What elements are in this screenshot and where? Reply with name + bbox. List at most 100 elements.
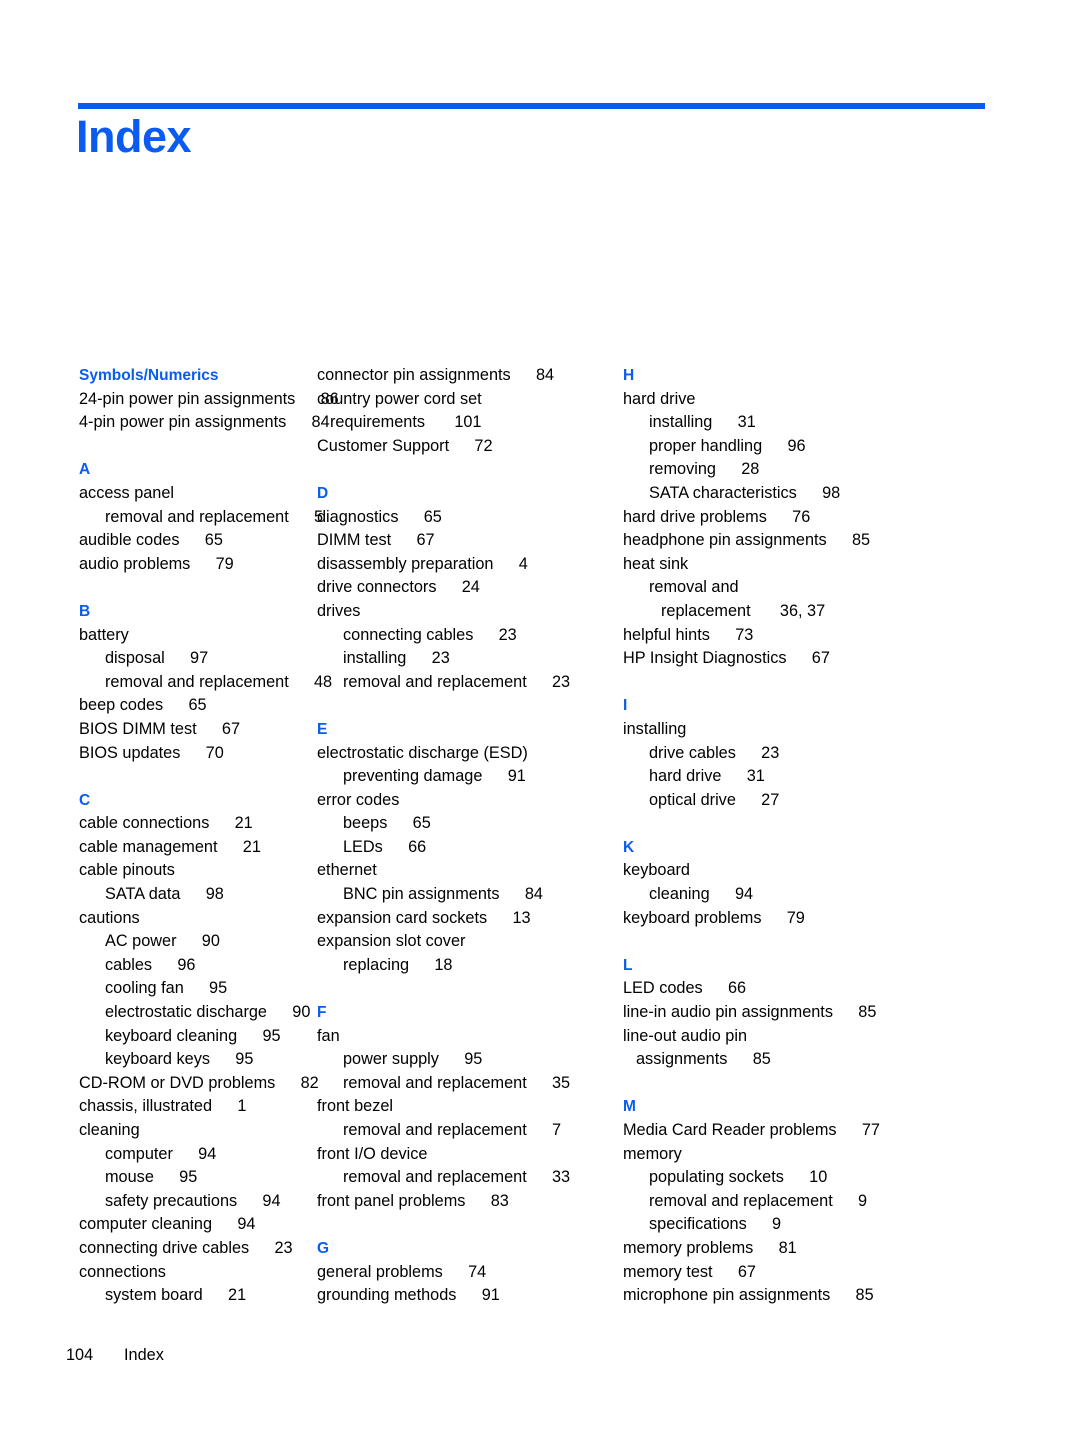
- index-entry-text: connecting cables: [343, 625, 474, 644]
- index-entry-text: removal and replacement: [105, 672, 289, 691]
- index-entry: line-in audio pin assignments 85: [623, 1001, 1080, 1025]
- index-letter-heading: I: [623, 697, 628, 715]
- index-entry-page-number: 65: [396, 814, 431, 833]
- index-entry-page-number: 33: [535, 1168, 571, 1187]
- index-entry-page-number: 21: [226, 837, 261, 856]
- index-entry: cooling fan 95: [79, 977, 308, 1001]
- index-entry-text: BNC pin assignments: [343, 885, 500, 904]
- index-entry: keyboard keys 95: [79, 1048, 308, 1072]
- index-entry-text: BIOS updates: [79, 743, 181, 762]
- index-entry: drives: [317, 600, 614, 624]
- index-entry: error codes: [317, 789, 614, 813]
- index-entry-text: front panel problems: [317, 1191, 466, 1210]
- index-entry-text: beep codes: [79, 696, 164, 715]
- index-entry-text: keyboard cleaning: [105, 1026, 238, 1045]
- index-entry-text: expansion slot cover: [317, 932, 466, 951]
- index-entry-text: front I/O device: [317, 1144, 428, 1163]
- index-entry: drive connectors 24: [317, 576, 614, 600]
- index-entry-text: proper handling: [649, 436, 763, 455]
- index-entry: mouse 95: [79, 1166, 308, 1190]
- index-entry-page-number: 23: [535, 672, 571, 691]
- index-entry: specifications 9: [623, 1213, 1080, 1237]
- index-entry-page-number: 24: [445, 578, 480, 597]
- index-entry-text: error codes: [317, 790, 400, 809]
- index-entry-text: memory test: [623, 1262, 713, 1281]
- index-entry: beeps 65: [317, 812, 614, 836]
- index-entry: DIMM test 67: [317, 529, 614, 553]
- index-entry-text: LEDs: [343, 837, 383, 856]
- index-entry-page-number: 23: [482, 625, 517, 644]
- index-entry-text: connector pin assignments: [317, 366, 511, 384]
- footer-label: Index: [124, 1346, 164, 1364]
- index-entry-text: microphone pin assignments: [623, 1286, 831, 1305]
- index-entry-text: memory problems: [623, 1238, 754, 1257]
- index-entry: assignments 85: [623, 1048, 1080, 1072]
- index-entry: chassis, illustrated 1: [79, 1095, 308, 1119]
- index-entry: memory problems 81: [623, 1237, 1080, 1261]
- index-entry: memory: [623, 1143, 1080, 1167]
- index-entry: ethernet: [317, 859, 614, 883]
- index-entry-text: HP Insight Diagnostics: [623, 649, 787, 668]
- index-entry-page-number: 36, 37: [763, 601, 826, 620]
- index-entry-text: 4-pin power pin assignments: [79, 413, 287, 432]
- index-entry: microphone pin assignments 85: [623, 1284, 1080, 1308]
- index-entry-page-number: 21: [211, 1286, 247, 1305]
- index-entry-page-number: 27: [744, 790, 780, 809]
- index-entry-text: hard drive problems: [623, 507, 767, 526]
- index-entry-text: replacing: [343, 955, 410, 974]
- index-entry: safety precautions 94: [79, 1190, 308, 1214]
- index-entry-text: cable pinouts: [79, 861, 175, 880]
- index-entry: cautions: [79, 907, 308, 931]
- index-entry-page-number: 85: [835, 531, 871, 550]
- index-body: Symbols/Numerics 24-pin power pin assignm…: [0, 364, 1080, 1308]
- index-column-3: Hhard drive installing 31 proper handling …: [614, 364, 1080, 1308]
- index-entry-page-number: 28: [724, 460, 760, 479]
- index-entry: keyboard: [623, 859, 1080, 883]
- index-entry-text: removal and replacement: [343, 1073, 527, 1092]
- index-entry-text: headphone pin assignments: [623, 531, 827, 550]
- index-entry-text: cables: [105, 955, 153, 974]
- index-entry: removal and replacement 35: [317, 1072, 614, 1096]
- index-entry-text: expansion card sockets: [317, 908, 488, 927]
- index-entry-page-number: 96: [771, 436, 806, 455]
- index-entry-page-number: 84: [508, 885, 543, 904]
- index-entry-page-number: 94: [221, 1215, 256, 1234]
- index-entry: removal and replacement 48: [79, 671, 332, 695]
- index-entry-page-number: 13: [496, 908, 531, 927]
- index-entry: replacement 36, 37: [623, 600, 1080, 624]
- index-entry-text: AC power: [105, 932, 177, 951]
- index-entry-text: drive cables: [649, 743, 736, 762]
- index-entry: system board 21: [79, 1284, 308, 1308]
- index-entry-text: removal and replacement: [343, 1121, 527, 1139]
- index-entry: memory test 67: [623, 1261, 1080, 1285]
- index-entry: cleaning: [79, 1119, 308, 1143]
- index-entry-text: drive connectors: [317, 578, 437, 597]
- index-entry-page-number: 77: [845, 1121, 880, 1139]
- index-entry-text: front bezel: [317, 1097, 394, 1116]
- index-entry-text: SATA characteristics: [649, 483, 797, 502]
- index-entry-page-number: 90: [276, 1003, 311, 1022]
- index-entry-page-number: 67: [721, 1262, 756, 1281]
- index-entry: hard drive problems 76: [623, 506, 1080, 530]
- index-entry: headphone pin assignments 85: [623, 529, 1080, 553]
- index-entry: populating sockets 10: [623, 1166, 1080, 1190]
- index-entry: connecting cables 23: [317, 624, 614, 648]
- index-entry-text: DIMM test: [317, 531, 392, 550]
- index-entry-page-number: 21: [218, 814, 253, 833]
- index-entry-page-number: 90: [185, 932, 220, 951]
- index-entry-page-number: 96: [161, 955, 196, 974]
- index-entry-page-number: 10: [792, 1168, 828, 1187]
- index-entry-text: Media Card Reader problems: [623, 1121, 837, 1139]
- index-entry: drive cables 23: [623, 742, 1080, 766]
- index-entry-text: 24-pin power pin assignments: [79, 389, 296, 408]
- index-entry-page-number: 23: [415, 649, 450, 668]
- index-entry-text: Customer Support: [317, 436, 450, 455]
- index-entry-text: diagnostics: [317, 507, 399, 526]
- index-entry-page-number: 23: [258, 1238, 293, 1257]
- index-entry-text: electrostatic discharge: [105, 1003, 267, 1022]
- index-entry: front bezel: [317, 1095, 614, 1119]
- index-entry: 24-pin power pin assignments 86: [79, 388, 339, 412]
- index-entry-page-number: 31: [721, 413, 756, 432]
- index-entry-text: audible codes: [79, 531, 180, 550]
- index-entry: expansion slot cover: [317, 930, 614, 954]
